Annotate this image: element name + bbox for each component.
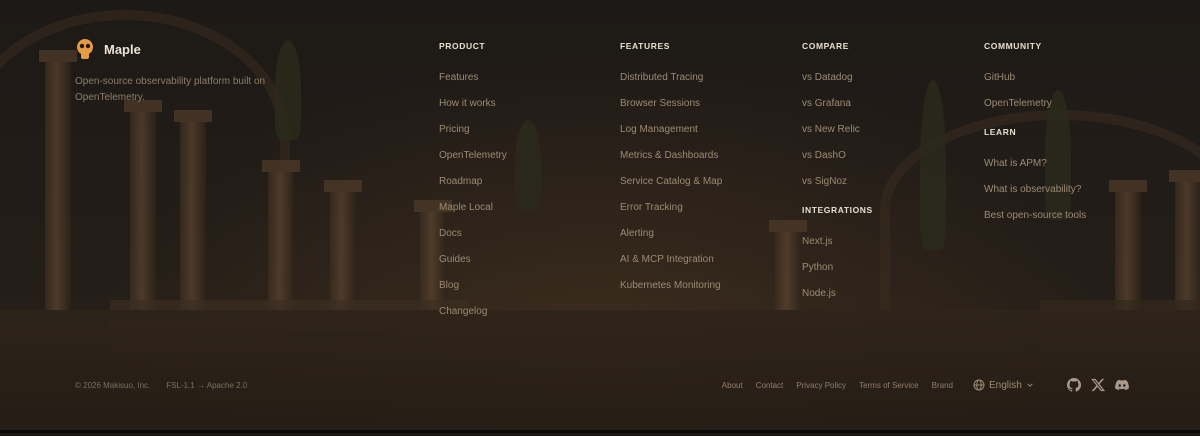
footer-link-log-management[interactable]: Log Management [620,124,698,135]
footer-link-changelog[interactable]: Changelog [439,306,487,317]
footer-link-opentelemetry[interactable]: OpenTelemetry [439,150,507,161]
footer-link-what-is-observability[interactable]: What is observability? [984,184,1081,195]
footer-link-features[interactable]: Features [439,72,478,83]
legal-info: © 2026 Makisuo, Inc. FSL-1.1 → Apache 2.… [75,381,247,390]
footer-link-python[interactable]: Python [802,262,833,273]
footer-link-blog[interactable]: Blog [439,280,459,291]
language-selector[interactable]: English [973,379,1034,391]
integrations-heading: INTEGRATIONS [802,205,873,215]
footer-link-how-it-works[interactable]: How it works [439,98,496,109]
legal-links: About Contact Privacy Policy Terms of Se… [722,381,953,390]
site-footer: Maple Open-source observability platform… [0,0,1200,433]
learn-heading: LEARN [984,127,1017,137]
x-icon[interactable] [1091,378,1105,392]
product-column: PRODUCT Features How it works Pricing Op… [439,41,507,327]
footer-link-pricing[interactable]: Pricing [439,124,470,135]
product-heading: PRODUCT [439,41,486,51]
chevron-down-icon [1027,383,1033,387]
compare-heading: COMPARE [802,41,850,51]
footer-link-roadmap[interactable]: Roadmap [439,176,482,187]
brand-name: Maple [104,41,141,57]
maple-logo-icon [77,39,93,59]
footer-link-service-catalog[interactable]: Service Catalog & Map [620,176,722,187]
footer-link-browser-sessions[interactable]: Browser Sessions [620,98,700,109]
license-text: FSL-1.1 → Apache 2.0 [166,381,248,390]
footer-link-vs-new-relic[interactable]: vs New Relic [802,124,860,135]
footer-link-maple-local[interactable]: Maple Local [439,202,493,213]
footer-link-alerting[interactable]: Alerting [620,228,654,239]
compare-column: COMPARE vs Datadog vs Grafana vs New Rel… [802,41,873,309]
footer-link-distributed-tracing[interactable]: Distributed Tracing [620,72,703,83]
footer-link-metrics-dashboards[interactable]: Metrics & Dashboards [620,150,718,161]
brand-tagline: Open-source observability platform built… [75,76,266,103]
footer-link-terms-of-service[interactable]: Terms of Service [859,381,919,390]
globe-icon [973,379,985,391]
footer-link-docs[interactable]: Docs [439,228,462,239]
footer-link-vs-datadog[interactable]: vs Datadog [802,72,853,83]
footer-link-nextjs[interactable]: Next.js [802,236,833,247]
community-heading: COMMUNITY [984,41,1042,51]
brand-home-link[interactable]: Maple [75,38,141,60]
footer-link-vs-dasho[interactable]: vs DashO [802,150,846,161]
language-label: English [989,379,1022,391]
features-heading: FEATURES [620,41,670,51]
features-column: FEATURES Distributed Tracing Browser Ses… [620,41,722,301]
footer-link-brand[interactable]: Brand [932,381,953,390]
footer-link-github[interactable]: GitHub [984,72,1015,83]
footer-link-nodejs[interactable]: Node.js [802,288,836,299]
footer-link-guides[interactable]: Guides [439,254,471,265]
footer-link-contact[interactable]: Contact [756,381,784,390]
footer-link-best-open-source-tools[interactable]: Best open-source tools [984,210,1086,221]
footer-link-community-opentelemetry[interactable]: OpenTelemetry [984,98,1052,109]
footer-link-about[interactable]: About [722,381,743,390]
footer-link-vs-signoz[interactable]: vs SigNoz [802,176,847,187]
footer-link-what-is-apm[interactable]: What is APM? [984,158,1047,169]
github-icon[interactable] [1067,378,1081,392]
footer-link-vs-grafana[interactable]: vs Grafana [802,98,851,109]
copyright-text: © 2026 Makisuo, Inc. [75,381,151,390]
footer-link-kubernetes[interactable]: Kubernetes Monitoring [620,280,721,291]
footer-link-privacy-policy[interactable]: Privacy Policy [796,381,846,390]
footer-link-ai-mcp[interactable]: AI & MCP Integration [620,254,714,265]
community-column: COMMUNITY GitHub OpenTelemetry LEARN Wha… [984,41,1086,231]
discord-icon[interactable] [1115,378,1129,392]
footer-link-error-tracking[interactable]: Error Tracking [620,202,683,213]
social-links [1067,378,1129,392]
